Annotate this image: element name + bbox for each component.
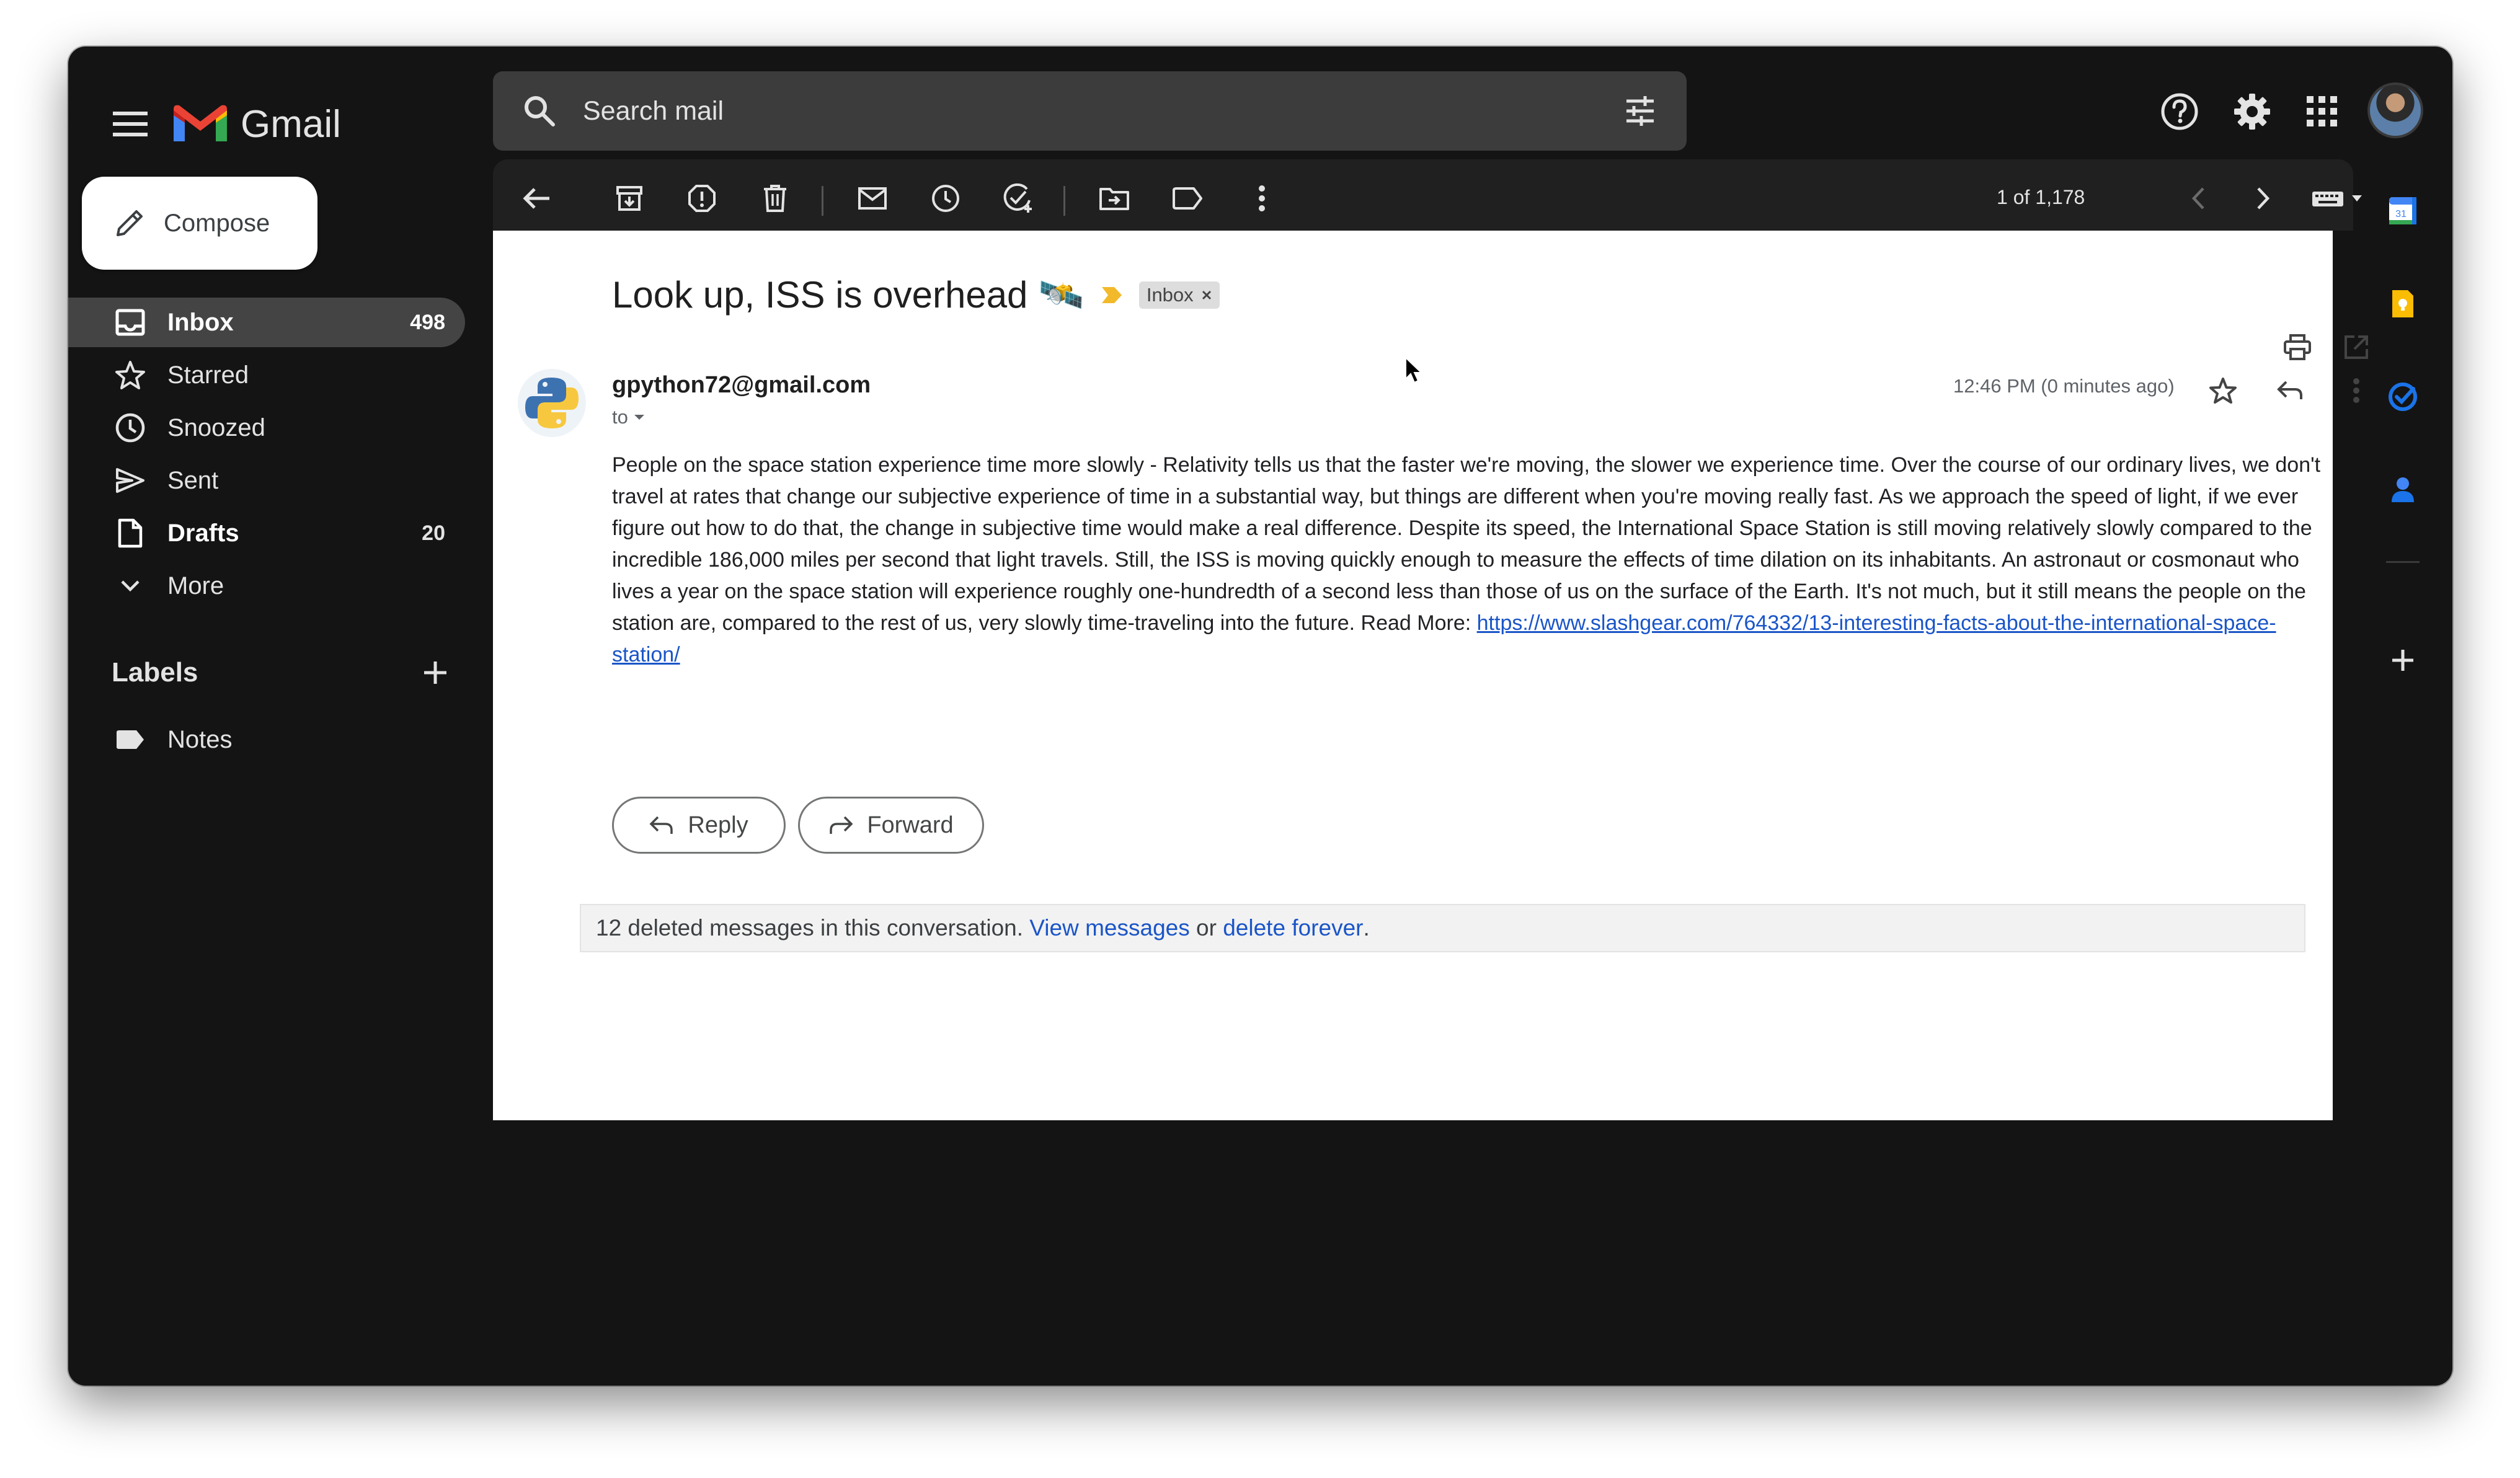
add-to-tasks-icon[interactable] [996,177,1040,220]
recipient-details-toggle[interactable]: to [612,406,646,428]
delete-forever-link[interactable]: delete forever [1223,915,1363,941]
tasks-app-icon[interactable] [2381,375,2425,418]
nav-item-snoozed[interactable]: Snoozed [68,403,465,453]
message-subject: Look up, ISS is overhead 🛰️ [612,274,1085,316]
compose-label: Compose [164,209,270,237]
nav-item-starred[interactable]: Starred [68,350,465,400]
chevron-down-icon [112,567,149,604]
keep-app-icon[interactable] [2381,282,2425,325]
print-icon[interactable] [2276,325,2319,369]
help-icon[interactable] [2152,84,2207,139]
archive-icon[interactable] [608,177,651,220]
mouse-pointer-icon [1404,356,1423,387]
contacts-app-icon[interactable] [2381,468,2425,511]
nav-label: Notes [167,725,233,753]
forward-icon [830,816,853,834]
sender-email: gpython72@gmail.com [612,372,871,398]
remove-label-close-icon[interactable] [1201,290,1212,301]
reply-button[interactable]: Reply [612,797,786,854]
calendar-app-icon[interactable]: 31 [2381,189,2425,232]
chip-label: Inbox [1146,283,1194,306]
main-menu-icon[interactable] [99,93,161,155]
caret-down-icon [634,415,644,420]
older-chevron-right-icon[interactable] [2242,177,2285,220]
reply-icon [649,816,673,834]
gmail-logo[interactable]: Gmail [174,90,341,158]
drafts-count: 20 [422,521,445,545]
move-to-folder-icon[interactable] [1093,177,1136,220]
open-in-new-window-icon[interactable] [2335,325,2378,369]
settings-gear-icon[interactable] [2224,84,2280,139]
nav-label: Inbox [167,308,234,336]
draft-icon [112,515,149,552]
subject-row: Look up, ISS is overhead 🛰️ Inbox [612,273,1220,317]
svg-text:31: 31 [2395,209,2407,219]
deleted-text: 12 deleted messages in this conversation… [596,915,1030,940]
nav-label: Sent [167,466,219,494]
account-avatar[interactable] [2367,82,2423,138]
star-icon [112,356,149,394]
star-message-icon[interactable] [2201,369,2245,412]
satellite-emoji: 🛰️ [1038,274,1085,316]
forward-button[interactable]: Forward [798,797,984,854]
nav-item-more[interactable]: More [68,561,465,611]
sender-avatar-python-logo [518,369,586,437]
back-arrow-icon[interactable] [515,177,558,220]
pencil-icon [117,210,143,236]
snooze-clock-icon[interactable] [924,177,967,220]
clock-icon [112,409,149,446]
toolbar-divider [822,186,823,216]
nav-label: Drafts [167,519,239,547]
side-panel-divider [2386,561,2420,563]
importance-marker-icon[interactable] [1101,286,1123,304]
input-tools-keyboard-icon[interactable] [2307,177,2375,220]
label-tag-icon[interactable] [1166,177,1209,220]
app-name: Gmail [241,102,341,146]
label-icon [112,721,149,758]
to-label: to [612,406,628,428]
forward-label: Forward [867,812,954,838]
body-text: People on the space station experience t… [612,453,2321,635]
nav-label: Starred [167,361,249,389]
mark-unread-mail-icon[interactable] [851,177,894,220]
labels-heading: Labels [112,657,198,688]
pager-count: 1 of 1,178 [1997,186,2085,208]
message-time: 12:46 PM (0 minutes ago) [1953,375,2175,397]
inbox-icon [112,304,149,341]
search-bar[interactable]: Search mail [493,71,1687,151]
nav-item-inbox[interactable]: Inbox 498 [68,298,465,347]
inbox-label-chip[interactable]: Inbox [1138,281,1220,309]
view-messages-link[interactable]: View messages [1029,915,1189,941]
report-spam-icon[interactable] [680,177,724,220]
get-addons-plus-icon[interactable] [2381,639,2425,682]
apps-grid-icon[interactable] [2294,84,2350,139]
message-body: People on the space station experience t… [612,449,2323,671]
or-text: or [1189,915,1223,940]
nav-item-drafts[interactable]: Drafts 20 [68,508,465,558]
search-icon[interactable] [521,92,558,130]
send-icon [112,462,149,499]
inbox-count: 498 [410,310,445,334]
toolbar-divider [1063,186,1065,216]
deleted-messages-notice: 12 deleted messages in this conversation… [580,904,2305,952]
nav-item-label-notes[interactable]: Notes [68,715,465,764]
message-more-vert-icon[interactable] [2335,369,2378,412]
reply-arrow-icon[interactable] [2268,369,2312,412]
nav-label: More [167,572,224,600]
period-text: . [1363,915,1370,940]
gmail-m-icon [174,105,227,141]
gmail-window: Gmail Search mail Compose Inbox 498 Star… [68,46,2452,1386]
newer-chevron-left-icon[interactable] [2176,177,2220,220]
add-label-plus-icon[interactable] [417,654,454,691]
nav-item-sent[interactable]: Sent [68,456,465,505]
search-input[interactable]: Search mail [583,96,1622,126]
nav-label: Snoozed [167,414,265,441]
reply-label: Reply [688,812,748,838]
more-vert-icon[interactable] [1240,177,1284,220]
delete-trash-icon[interactable] [753,177,797,220]
search-options-icon[interactable] [1622,92,1659,130]
compose-button[interactable]: Compose [82,177,317,270]
